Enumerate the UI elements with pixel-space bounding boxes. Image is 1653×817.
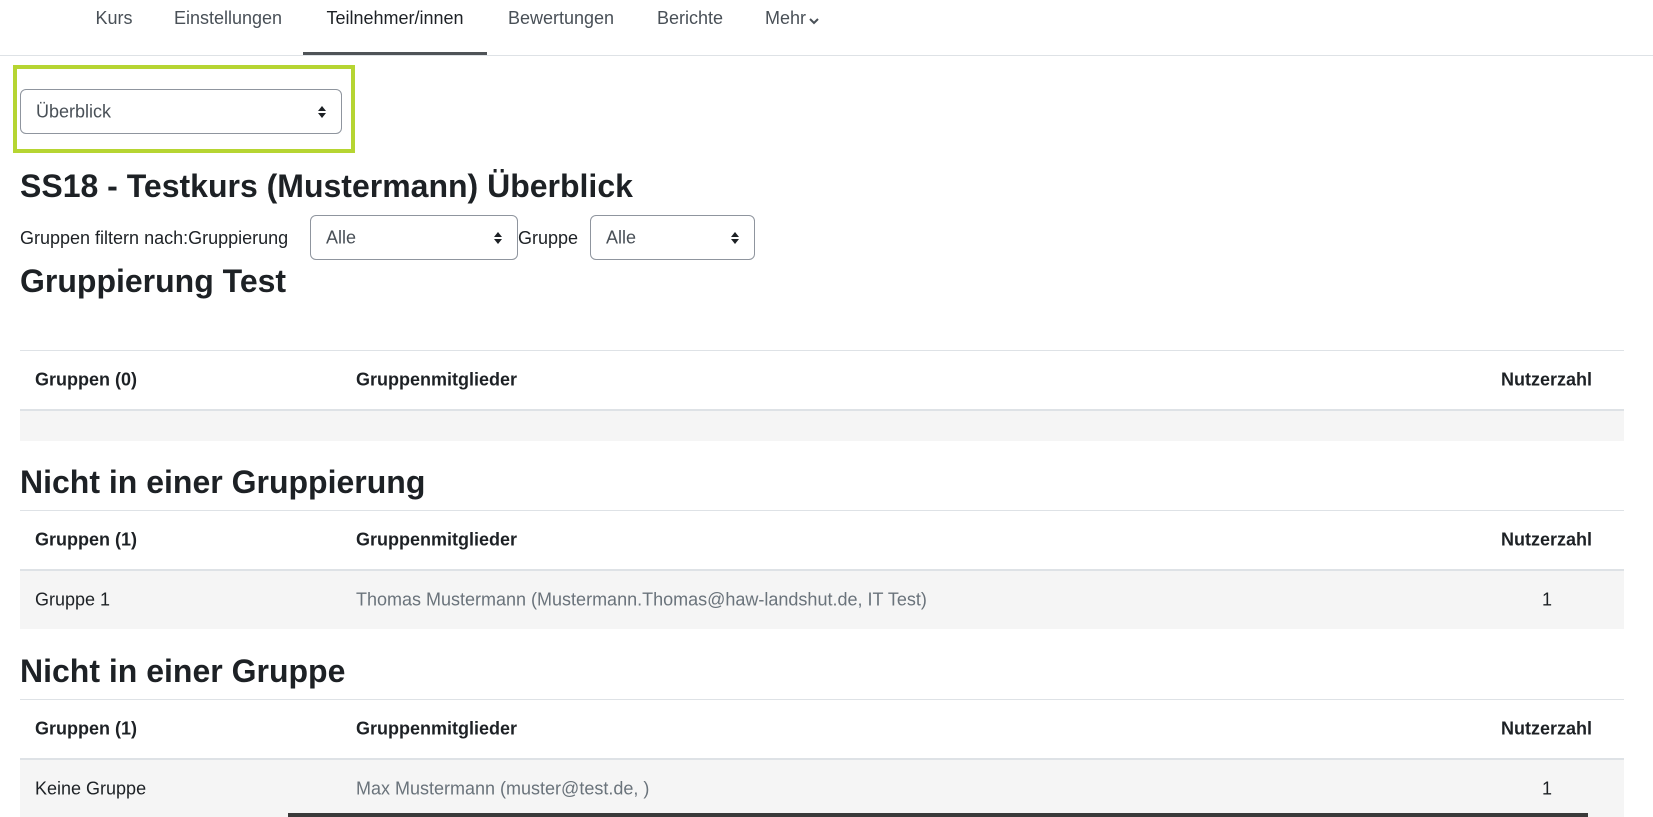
column-header-groups: Gruppen (1): [35, 529, 137, 550]
tab-berichte[interactable]: Berichte: [648, 0, 732, 55]
section-title: Nicht in einer Gruppe: [20, 653, 346, 689]
sort-arrows-icon: [493, 230, 503, 246]
empty-row: [20, 411, 1624, 441]
column-header-members: Gruppenmitglieder: [356, 718, 518, 739]
table-row: Gruppe 1 Thomas Mustermann (Mustermann.T…: [20, 571, 1624, 629]
table-header: Gruppen (0) Gruppenmitglieder Nutzerzahl: [20, 351, 1624, 411]
column-header-count: Nutzerzahl: [1500, 718, 1592, 739]
column-header-members: Gruppenmitglieder: [356, 369, 518, 390]
view-select[interactable]: Überblick: [20, 89, 342, 134]
group-members: Max Mustermann (muster@test.de, ): [356, 778, 650, 799]
group-label: Gruppe: [518, 228, 579, 248]
tab-kurs[interactable]: Kurs: [78, 0, 150, 55]
tab-teilnehmer[interactable]: Teilnehmer/innen: [303, 0, 487, 55]
column-header-members: Gruppenmitglieder: [356, 529, 518, 550]
secondary-navigation: Kurs Einstellungen Teilnehmer/innen Bewe…: [0, 0, 1653, 56]
sort-arrows-icon: [317, 104, 327, 120]
table-header: Gruppen (1) Gruppenmitglieder Nutzerzahl: [20, 700, 1624, 760]
tab-mehr[interactable]: Mehr: [756, 0, 828, 55]
tab-einstellungen[interactable]: Einstellungen: [160, 0, 296, 55]
user-count: 1: [1541, 589, 1552, 610]
column-header-groups: Gruppen (1): [35, 718, 137, 739]
group-name: Keine Gruppe: [35, 778, 147, 799]
groups-table: Gruppen (1) Gruppenmitglieder Nutzerzahl…: [20, 699, 1624, 817]
group-members: Thomas Mustermann (Mustermann.Thomas@haw…: [356, 589, 927, 610]
table-row: Keine Gruppe Max Mustermann (muster@test…: [20, 760, 1624, 817]
column-header-count: Nutzerzahl: [1500, 369, 1592, 390]
tab-bewertungen[interactable]: Bewertungen: [498, 0, 624, 55]
section-title: Gruppierung Test: [20, 263, 287, 299]
page-title: SS18 - Testkurs (Mustermann) Überblick: [20, 168, 633, 204]
group-name: Gruppe 1: [35, 589, 111, 610]
bottom-bar: [288, 813, 1588, 817]
grouping-select[interactable]: Alle: [310, 215, 518, 260]
sort-arrows-icon: [730, 230, 740, 246]
column-header-groups: Gruppen (0): [35, 369, 137, 390]
chevron-down-icon: [809, 1, 819, 37]
groups-table: Gruppen (0) Gruppenmitglieder Nutzerzahl: [20, 350, 1624, 441]
filter-label: Gruppen filtern nach:Gruppierung: [20, 228, 289, 248]
groups-table: Gruppen (1) Gruppenmitglieder Nutzerzahl…: [20, 510, 1624, 629]
column-header-count: Nutzerzahl: [1500, 529, 1592, 550]
section-title: Nicht in einer Gruppierung: [20, 464, 426, 500]
page: Kurs Einstellungen Teilnehmer/innen Bewe…: [0, 0, 1653, 817]
user-count: 1: [1541, 778, 1552, 799]
group-select[interactable]: Alle: [590, 215, 755, 260]
table-header: Gruppen (1) Gruppenmitglieder Nutzerzahl: [20, 511, 1624, 571]
